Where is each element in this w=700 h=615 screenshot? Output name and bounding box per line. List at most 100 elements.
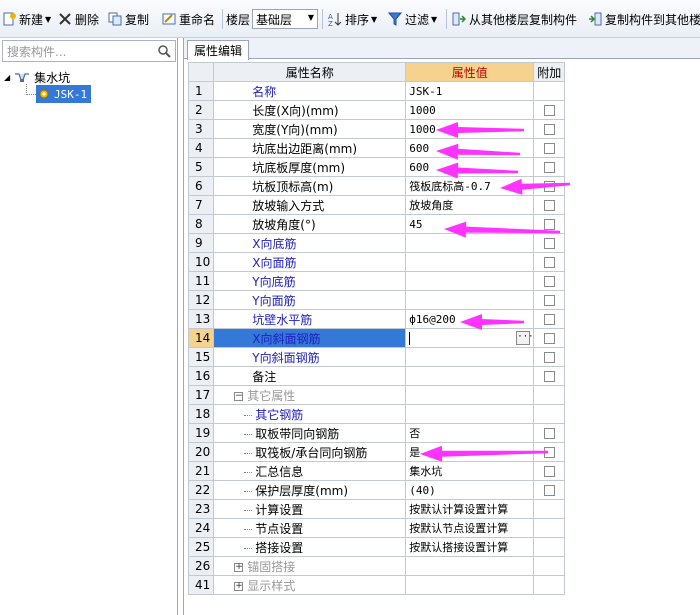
- attach-checkbox[interactable]: [543, 219, 555, 230]
- property-value-cell[interactable]: [405, 233, 535, 253]
- table-row[interactable]: 21 汇总信息 集水坑: [187, 461, 566, 481]
- table-row[interactable]: 11 Y向底筋: [187, 271, 566, 291]
- row-index[interactable]: 5: [187, 157, 215, 177]
- property-name-cell[interactable]: 放坡输入方式: [213, 195, 407, 215]
- table-row[interactable]: 5 坑底板厚度(mm) 600: [187, 157, 566, 177]
- table-row[interactable]: 6 坑板顶标高(m) 筏板底标高-0.7: [187, 176, 566, 196]
- attach-checkbox[interactable]: [543, 105, 555, 116]
- attach-checkbox[interactable]: [543, 371, 555, 382]
- attach-checkbox[interactable]: [543, 238, 555, 249]
- attach-cell[interactable]: [533, 290, 566, 310]
- attach-checkbox[interactable]: [543, 276, 555, 287]
- property-name-cell[interactable]: 放坡角度(°): [213, 214, 407, 234]
- property-name-cell[interactable]: 宽度(Y向)(mm): [213, 119, 407, 139]
- table-row[interactable]: 20 取筏板/承台同向钢筋 是: [187, 442, 566, 462]
- table-row[interactable]: 18 其它钢筋: [187, 404, 566, 424]
- attach-checkbox[interactable]: [543, 257, 555, 268]
- ellipsis-button[interactable]: ···: [516, 331, 533, 345]
- rename-button[interactable]: 重命名: [162, 10, 215, 28]
- property-value-cell[interactable]: 1000: [405, 119, 535, 139]
- row-index[interactable]: 22: [187, 480, 215, 500]
- attach-cell[interactable]: [533, 119, 566, 139]
- table-row[interactable]: 8 放坡角度(°) 45: [187, 214, 566, 234]
- attach-cell[interactable]: [533, 423, 566, 443]
- property-name-cell[interactable]: + 显示样式: [213, 575, 407, 595]
- attach-checkbox[interactable]: [543, 466, 555, 477]
- attach-checkbox[interactable]: [543, 143, 555, 154]
- attach-checkbox[interactable]: [543, 181, 555, 192]
- row-index[interactable]: 16: [187, 366, 215, 386]
- row-index[interactable]: 19: [187, 423, 215, 443]
- property-name-cell[interactable]: X向斜面钢筋: [213, 328, 407, 348]
- property-name-cell[interactable]: Y向斜面钢筋: [213, 347, 407, 367]
- property-value-cell[interactable]: ф16@200: [405, 309, 535, 329]
- row-index[interactable]: 17: [187, 385, 215, 405]
- property-name-cell[interactable]: 长度(X向)(mm): [213, 100, 407, 120]
- property-value-cell[interactable]: ···: [405, 328, 535, 348]
- row-index[interactable]: 21: [187, 461, 215, 481]
- search-input[interactable]: 搜索构件...: [2, 40, 176, 62]
- table-row[interactable]: 10 X向面筋: [187, 252, 566, 272]
- attach-cell[interactable]: [533, 328, 566, 348]
- attach-cell[interactable]: [533, 233, 566, 253]
- property-name-cell[interactable]: X向底筋: [213, 233, 407, 253]
- table-row[interactable]: 41 + 显示样式: [187, 575, 566, 595]
- row-index[interactable]: 14: [187, 328, 215, 348]
- attach-checkbox[interactable]: [543, 485, 555, 496]
- floor-select[interactable]: 基础层 ▼: [252, 9, 318, 29]
- table-row[interactable]: 17− 其它属性: [187, 385, 566, 405]
- row-index[interactable]: 23: [187, 499, 215, 519]
- attach-checkbox[interactable]: [543, 124, 555, 135]
- row-index[interactable]: 24: [187, 518, 215, 538]
- property-value-cell[interactable]: 否: [405, 423, 535, 443]
- collapse-triangle-icon[interactable]: ◢: [4, 73, 10, 82]
- delete-button[interactable]: 删除: [58, 10, 99, 28]
- property-value-cell[interactable]: 45: [405, 214, 535, 234]
- attach-cell[interactable]: [533, 442, 566, 462]
- property-value-cell[interactable]: 600: [405, 138, 535, 158]
- table-row[interactable]: 16 备注: [187, 366, 566, 386]
- attach-checkbox[interactable]: [543, 295, 555, 306]
- attach-checkbox[interactable]: [543, 314, 555, 325]
- table-row[interactable]: 25 搭接设置 按默认搭接设置计算: [187, 537, 566, 557]
- table-row[interactable]: 1 名称 JSK-1: [187, 81, 566, 101]
- property-name-cell[interactable]: 节点设置: [213, 518, 407, 538]
- property-value-cell[interactable]: 按默认计算设置计算: [405, 499, 535, 519]
- property-name-cell[interactable]: − 其它属性: [213, 385, 407, 405]
- attach-cell[interactable]: [533, 309, 566, 329]
- row-index[interactable]: 26: [187, 556, 215, 576]
- property-value-cell[interactable]: [405, 290, 535, 310]
- property-value-cell[interactable]: [405, 556, 535, 576]
- table-row[interactable]: 9 X向底筋: [187, 233, 566, 253]
- property-value-cell[interactable]: [405, 271, 535, 291]
- property-name-cell[interactable]: 坑壁水平筋: [213, 309, 407, 329]
- new-button[interactable]: 新建 ▼: [2, 10, 51, 28]
- table-row[interactable]: 13 坑壁水平筋 ф16@200: [187, 309, 566, 329]
- property-value-cell[interactable]: [405, 385, 535, 405]
- row-index[interactable]: 12: [187, 290, 215, 310]
- property-value-cell[interactable]: 1000: [405, 100, 535, 120]
- attach-cell[interactable]: [533, 195, 566, 215]
- row-index[interactable]: 13: [187, 309, 215, 329]
- property-value-cell[interactable]: 按默认搭接设置计算: [405, 537, 535, 557]
- attach-cell[interactable]: [533, 214, 566, 234]
- row-index[interactable]: 2: [187, 100, 215, 120]
- property-value-cell[interactable]: [405, 347, 535, 367]
- property-value-cell[interactable]: [405, 252, 535, 272]
- table-row[interactable]: 12 Y向面筋: [187, 290, 566, 310]
- property-value-cell[interactable]: 放坡角度: [405, 195, 535, 215]
- property-name-cell[interactable]: 坑板顶标高(m): [213, 176, 407, 196]
- attach-cell[interactable]: [533, 138, 566, 158]
- property-value-cell[interactable]: 按默认节点设置计算: [405, 518, 535, 538]
- property-name-cell[interactable]: 其它钢筋: [213, 404, 407, 424]
- tree-node-jsk1[interactable]: JSK-1: [36, 85, 92, 103]
- property-value-cell[interactable]: 是: [405, 442, 535, 462]
- attach-cell[interactable]: [533, 480, 566, 500]
- attach-checkbox[interactable]: [543, 428, 555, 439]
- property-name-cell[interactable]: 保护层厚度(mm): [213, 480, 407, 500]
- attach-cell[interactable]: [533, 176, 566, 196]
- table-row[interactable]: 4 坑底出边距离(mm) 600: [187, 138, 566, 158]
- property-name-cell[interactable]: 坑底板厚度(mm): [213, 157, 407, 177]
- property-name-cell[interactable]: 计算设置: [213, 499, 407, 519]
- property-name-cell[interactable]: X向面筋: [213, 252, 407, 272]
